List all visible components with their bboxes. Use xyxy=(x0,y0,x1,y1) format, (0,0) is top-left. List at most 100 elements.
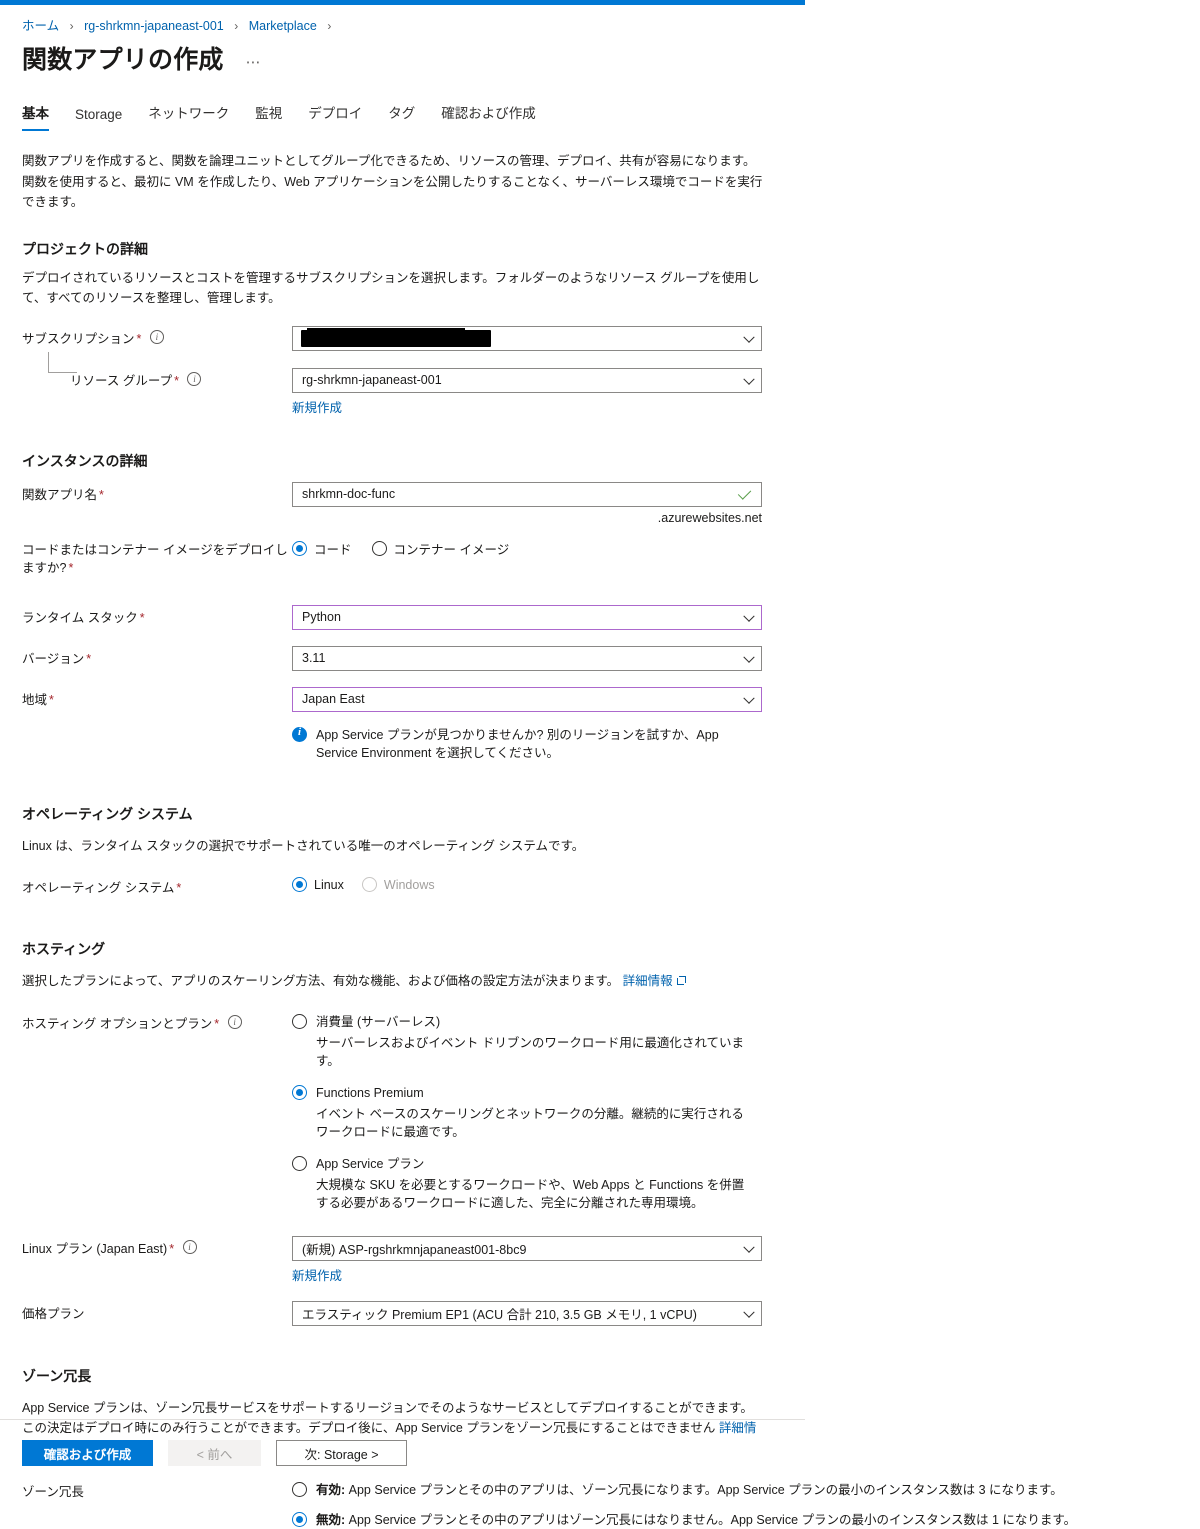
breadcrumb: ホーム › rg-shrkmn-japaneast-001 › Marketpl… xyxy=(0,5,1200,35)
resource-group-value: rg-shrkmn-japaneast-001 xyxy=(302,373,442,387)
zone-redundancy-description-text: App Service プランは、ゾーン冗長サービスをサポートするリージョンでそ… xyxy=(22,1400,753,1436)
review-and-create-button[interactable]: 確認および作成 xyxy=(22,1440,153,1466)
form-row-region: 地域 * Japan East xyxy=(22,686,1200,712)
os-option-windows: Windows xyxy=(361,877,435,892)
deploy-type-radio-group: コード コンテナー イメージ xyxy=(292,537,509,558)
next-storage-button[interactable]: 次: Storage > xyxy=(276,1440,407,1466)
deploy-type-option-code-label: コード xyxy=(314,542,352,557)
resource-group-select[interactable]: rg-shrkmn-japaneast-001 xyxy=(292,367,762,393)
app-name-value: shrkmn-doc-func xyxy=(302,487,396,501)
radio-button[interactable] xyxy=(292,1084,307,1100)
hosting-option-premium[interactable]: Functions Premium イベント ベースのスケーリングとネットワーク… xyxy=(292,1084,756,1141)
required-marker: * xyxy=(68,560,74,575)
info-icon[interactable] xyxy=(227,1013,242,1031)
zone-redundancy-label-text: ゾーン冗長 xyxy=(22,1485,84,1499)
tree-connector-line xyxy=(48,351,77,373)
info-icon[interactable] xyxy=(187,370,202,388)
app-name-label-text: 関数アプリ名 xyxy=(22,487,98,502)
form-row-version: バージョン * 3.11 xyxy=(22,645,1200,671)
zone-redundancy-option-enabled[interactable]: 有効: App Service プランとその中のアプリは、ゾーン冗長になります。… xyxy=(292,1481,1076,1499)
tab-networking[interactable]: ネットワーク xyxy=(135,102,242,131)
hosting-description: 選択したプランによって、アプリのスケーリング方法、有効な機能、および価格の設定方… xyxy=(22,971,764,992)
radio-button[interactable] xyxy=(292,540,307,556)
breadcrumb-item-resource-group[interactable]: rg-shrkmn-japaneast-001 xyxy=(84,19,224,33)
create-new-resource-group-link[interactable]: 新規作成 xyxy=(292,397,342,416)
zone-redundancy-disabled-body: 無効: App Service プランとその中のアプリはゾーン冗長にはなりません… xyxy=(316,1513,1076,1527)
required-marker: * xyxy=(49,692,54,707)
os-option-linux-label: Linux xyxy=(314,877,344,892)
tab-tags[interactable]: タグ xyxy=(375,102,428,131)
info-icon[interactable] xyxy=(149,328,164,346)
breadcrumb-separator: › xyxy=(234,19,239,33)
operating-system-radio-group: Linux Windows xyxy=(292,875,435,892)
required-marker: * xyxy=(139,610,145,625)
hosting-option-app-service-title: App Service プラン xyxy=(316,1156,425,1171)
external-link-icon xyxy=(676,976,686,985)
breadcrumb-item-marketplace[interactable]: Marketplace xyxy=(249,19,317,33)
form-row-resource-group: リソース グループ* rg-shrkmn-japaneast-001 新規作成 xyxy=(22,351,1200,417)
previous-button: < 前へ xyxy=(168,1440,261,1466)
linux-plan-select[interactable]: (新規) ASP-rgshrkmnjapaneast001-8bc9 xyxy=(292,1235,762,1261)
tab-review-create[interactable]: 確認および作成 xyxy=(428,102,549,131)
deploy-type-option-container[interactable]: コンテナー イメージ xyxy=(371,539,509,558)
hosting-plan-label: ホスティング オプションとプラン * xyxy=(22,1011,292,1033)
form-row-pricing-plan: 価格プラン エラスティック Premium EP1 (ACU 合計 210, 3… xyxy=(22,1300,1200,1326)
chevron-down-icon xyxy=(743,373,755,385)
deploy-type-option-code[interactable]: コード xyxy=(292,539,352,558)
app-name-domain-suffix: .azurewebsites.net xyxy=(657,510,762,525)
tab-storage[interactable]: Storage xyxy=(62,107,135,131)
version-select[interactable]: 3.11 xyxy=(292,645,762,671)
subscription-select[interactable] xyxy=(292,325,762,351)
required-marker: * xyxy=(99,487,104,502)
chevron-down-icon xyxy=(743,610,755,622)
chevron-down-icon xyxy=(743,692,755,704)
form-row-subscription: サブスクリプション * xyxy=(22,325,1200,351)
region-select[interactable]: Japan East xyxy=(292,686,762,712)
zone-redundancy-label: ゾーン冗長 xyxy=(22,1479,292,1501)
radio-button[interactable] xyxy=(371,540,387,556)
radio-button[interactable] xyxy=(292,877,307,892)
runtime-stack-value: Python xyxy=(302,610,341,624)
required-marker: * xyxy=(169,1241,175,1256)
required-marker: * xyxy=(176,881,182,895)
section-heading-hosting: ホスティング xyxy=(22,941,106,957)
radio-button[interactable] xyxy=(292,1013,307,1029)
info-icon[interactable] xyxy=(182,1238,197,1256)
form-row-app-name: 関数アプリ名 * shrkmn-doc-func .azurewebsites.n… xyxy=(22,481,1200,525)
hosting-plan-radio-group: 消費量 (サーバーレス) サーバーレスおよびイベント ドリブンのワークロード用に… xyxy=(292,1011,756,1212)
tab-deployment[interactable]: デプロイ xyxy=(295,102,375,131)
region-value: Japan East xyxy=(302,692,365,706)
runtime-stack-select[interactable]: Python xyxy=(292,604,762,630)
subscription-field xyxy=(292,325,762,351)
footer-action-bar: 確認および作成 < 前へ 次: Storage > xyxy=(22,1440,407,1466)
radio-button[interactable] xyxy=(292,1512,307,1527)
deploy-type-label-text: コードまたはコンテナー イメージをデプロイしますか? xyxy=(22,542,288,575)
breadcrumb-item-home[interactable]: ホーム xyxy=(22,19,59,33)
os-option-linux[interactable]: Linux xyxy=(292,877,344,892)
linux-plan-label-text: Linux プラン (Japan East) xyxy=(22,1241,168,1256)
pricing-plan-select[interactable]: エラスティック Premium EP1 (ACU 合計 210, 3.5 GB … xyxy=(292,1300,762,1326)
zone-redundancy-radio-group: 有効: App Service プランとその中のアプリは、ゾーン冗長になります。… xyxy=(292,1479,1076,1529)
resource-group-label-text: リソース グループ xyxy=(70,373,173,388)
runtime-stack-field: Python xyxy=(292,604,762,630)
app-name-input[interactable]: shrkmn-doc-func xyxy=(292,481,762,507)
form-row-hosting-plan: ホスティング オプションとプラン* 消費量 (サーバーレス) サーバーレスおよび… xyxy=(22,1011,1200,1212)
operating-system-label: オペレーティング システム * xyxy=(22,875,292,897)
create-new-linux-plan-link[interactable]: 新規作成 xyxy=(292,1265,342,1284)
hosting-learn-more-link[interactable]: 詳細情報 xyxy=(623,974,673,988)
required-marker: * xyxy=(86,651,92,666)
tab-monitoring[interactable]: 監視 xyxy=(242,102,295,131)
hosting-option-app-service[interactable]: App Service プラン 大規模な SKU を必要とするワークロードや、W… xyxy=(292,1155,756,1212)
tab-basics[interactable]: 基本 xyxy=(22,102,62,131)
more-options-button[interactable]: ⋯ xyxy=(246,50,262,70)
radio-button[interactable] xyxy=(292,1155,307,1171)
hosting-option-consumption[interactable]: 消費量 (サーバーレス) サーバーレスおよびイベント ドリブンのワークロード用に… xyxy=(292,1013,756,1070)
radio-button[interactable] xyxy=(292,1482,307,1497)
chevron-down-icon xyxy=(743,651,755,663)
region-info-banner: App Service プランが見つかりませんか? 別のリージョンを試すか、Ap… xyxy=(292,726,752,762)
region-info-text: App Service プランが見つかりませんか? 別のリージョンを試すか、Ap… xyxy=(316,727,719,760)
required-marker: * xyxy=(174,373,179,388)
zone-redundancy-option-disabled[interactable]: 無効: App Service プランとその中のアプリはゾーン冗長にはなりません… xyxy=(292,1511,1076,1529)
form-row-linux-plan: Linux プラン (Japan East)* (新規) ASP-rgshrkm… xyxy=(22,1235,1200,1285)
runtime-stack-label-text: ランタイム スタック xyxy=(22,610,138,625)
